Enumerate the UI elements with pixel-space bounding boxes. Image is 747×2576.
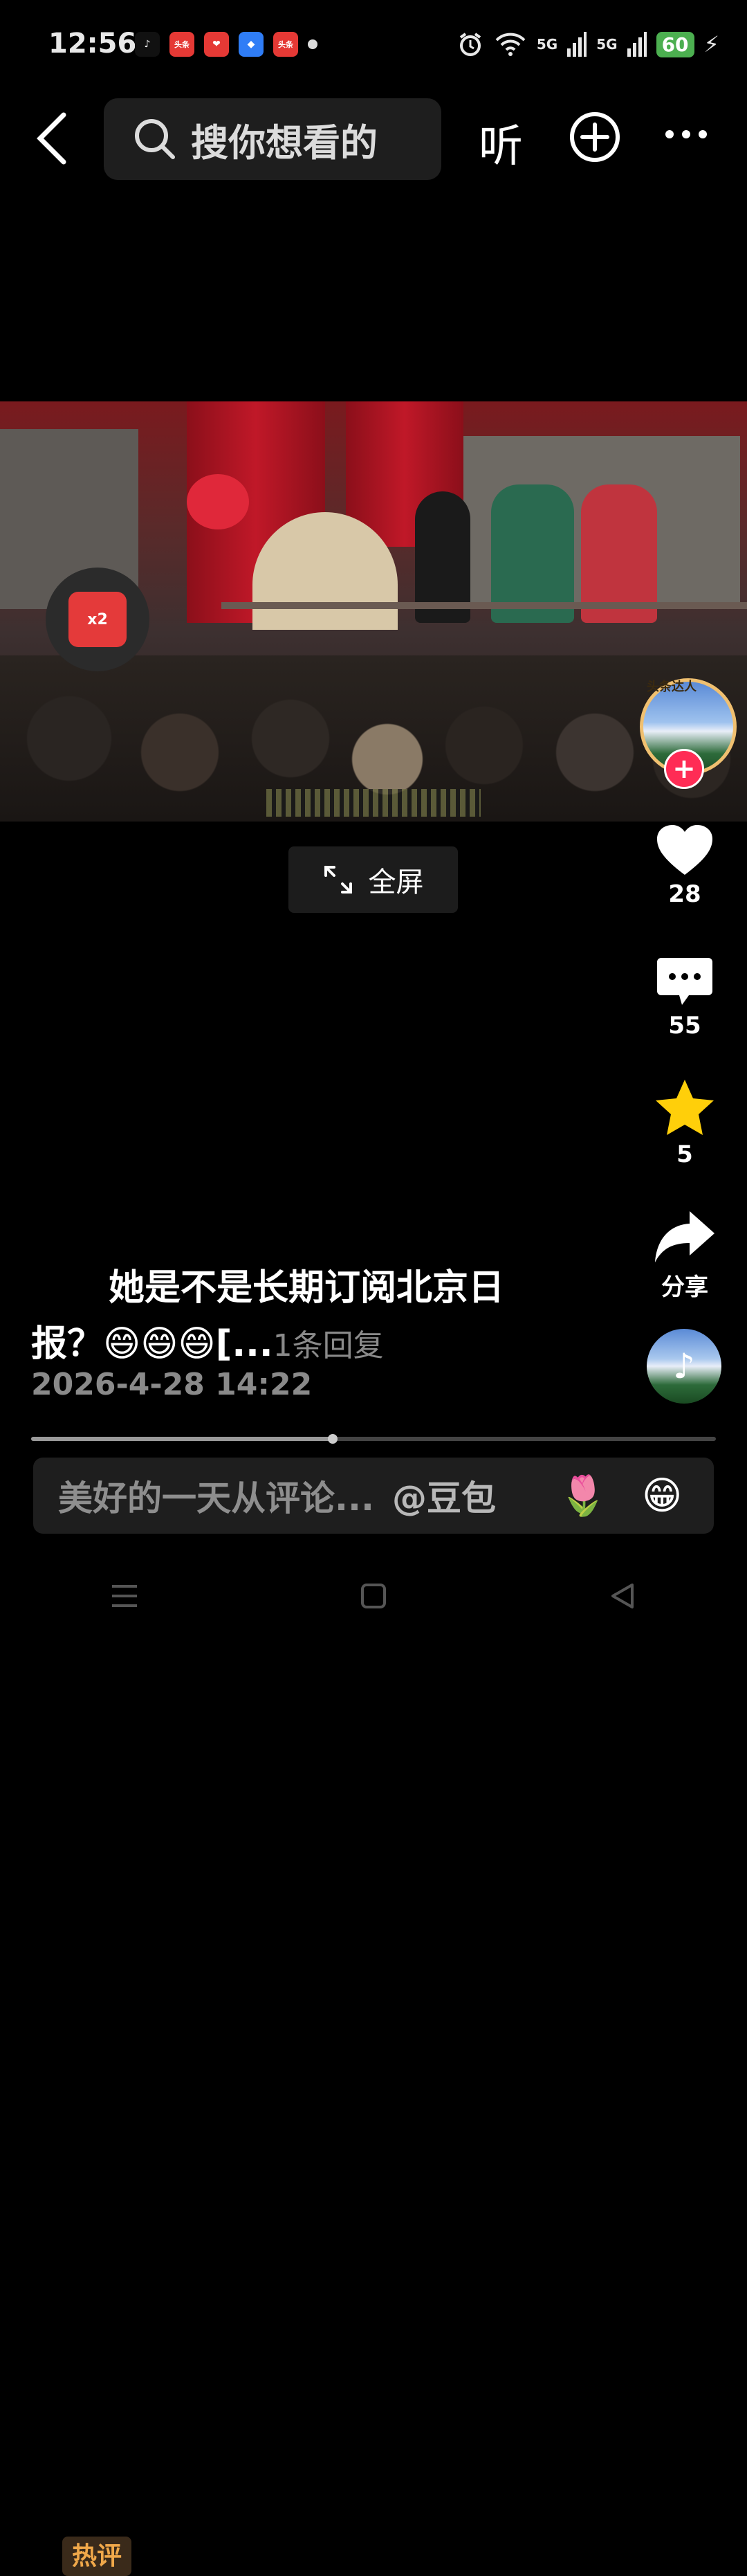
favorite-button[interactable]: 5 (643, 1078, 726, 1168)
search-icon (135, 119, 175, 159)
follow-button[interactable]: + (664, 749, 704, 789)
notification-icons: ♪ 头条 ❤ ◆ 头条 (135, 32, 317, 57)
toutiao-lite-icon: 头条 (273, 32, 298, 57)
music-note-icon: ♪ (673, 1346, 695, 1386)
signal-2-icon (627, 32, 647, 57)
comment-input-bar[interactable]: 美好的一天从评论... @豆包 🌷 😁 (33, 1458, 714, 1534)
video-progress-bar[interactable] (31, 1434, 716, 1444)
hot-comment[interactable]: 热评 她是不是长期订阅北京日报？😄😄😄[...1条回复 (31, 1261, 543, 2576)
comment-input-placeholder[interactable]: 美好的一天从评论... (58, 1471, 374, 1521)
red-bow (187, 474, 249, 529)
home-icon[interactable] (360, 1582, 387, 1610)
progress-fill (31, 1437, 333, 1441)
grin-emoji-button[interactable]: 😁 (642, 1473, 682, 1518)
system-status: 5G 5G 60 ⚡ (456, 30, 719, 58)
alarm-icon (459, 33, 481, 56)
heart-icon (657, 825, 712, 875)
menu-icon[interactable] (111, 1584, 138, 1608)
comment-button[interactable]: 55 (643, 956, 726, 1040)
battery-level: 60 (656, 31, 694, 57)
search-bar[interactable]: 搜你想看的 (104, 98, 441, 180)
clock: 12:56 (48, 28, 137, 60)
stage-railing (221, 602, 747, 609)
favorite-count: 5 (676, 1141, 693, 1168)
blue-app-icon: ◆ (239, 32, 264, 57)
back-arrow-icon (37, 112, 66, 165)
signal-2-label: 5G (596, 36, 618, 53)
mention-doubao[interactable]: @豆包 (392, 1471, 496, 1521)
reward-multiplier: x2 (68, 592, 127, 647)
progress-knob[interactable] (327, 1434, 338, 1444)
hot-comment-text: 她是不是长期订阅北京日报？😄😄😄[... (31, 1267, 505, 1365)
share-label: 分享 (661, 1273, 708, 1301)
charging-icon: ⚡ (703, 31, 719, 57)
music-disc[interactable]: ♪ (647, 1329, 721, 1404)
more-notifications-dot (308, 39, 317, 49)
share-arrow-icon (655, 1211, 714, 1262)
back-triangle-icon[interactable] (609, 1582, 636, 1610)
like-button[interactable]: 28 (643, 824, 726, 908)
more-dots-icon (665, 130, 707, 138)
signal-1-label: 5G (536, 36, 558, 53)
comment-date: 2026-4-28 14:22 (31, 1367, 313, 1402)
reply-count[interactable]: 1条回复 (273, 1328, 384, 1363)
reward-envelope-button[interactable]: x2 (46, 568, 149, 671)
listen-button[interactable]: 听 (479, 111, 523, 174)
search-placeholder: 搜你想看的 (191, 120, 378, 165)
more-options-button[interactable] (664, 129, 708, 143)
fullscreen-label: 全屏 (368, 867, 424, 898)
signal-1-icon (567, 32, 587, 57)
fullscreen-button[interactable]: 全屏 (288, 846, 458, 913)
system-nav-bar (0, 1557, 747, 1635)
hot-comment-tag: 热评 (62, 2537, 132, 2576)
comment-icon (657, 958, 712, 1005)
add-circle-icon (570, 112, 620, 162)
wifi-icon (495, 33, 526, 56)
share-button[interactable]: 分享 (643, 1210, 726, 1302)
back-button[interactable] (35, 111, 76, 166)
flower-emoji-button[interactable]: 🌷 (559, 1473, 607, 1518)
toutiao-icon: 头条 (169, 32, 194, 57)
creator-badge: 头条达人 (647, 680, 697, 694)
tiktok-icon: ♪ (135, 32, 160, 57)
blurred-subtitle (266, 789, 481, 817)
gift-icon: ❤ (204, 32, 229, 57)
star-icon (656, 1080, 714, 1135)
like-count: 28 (668, 880, 701, 908)
comment-count: 55 (668, 1012, 701, 1040)
expand-icon (324, 866, 352, 894)
status-bar: 12:56 ♪ 头条 ❤ ◆ 头条 5G 5G 60 ⚡ (0, 0, 747, 90)
publish-button[interactable] (569, 111, 621, 166)
